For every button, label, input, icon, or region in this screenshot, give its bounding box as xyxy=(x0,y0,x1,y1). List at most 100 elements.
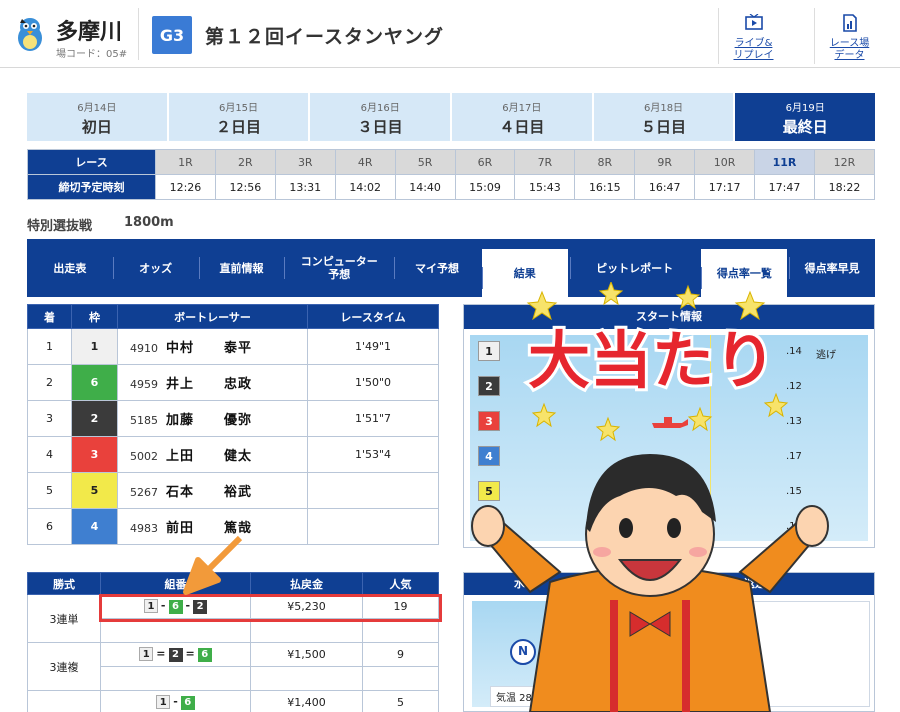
empty-cell xyxy=(362,666,439,691)
race-time xyxy=(307,472,439,509)
combo-sep: = xyxy=(185,647,195,660)
day-tab-2[interactable]: 6月15日 ２日目 xyxy=(168,93,309,141)
lane-badge: 1 xyxy=(478,341,500,361)
race-tab-2[interactable]: 2R xyxy=(214,149,276,175)
table-row: 2 6 4959 井上 忠政 1'50"0 xyxy=(27,364,439,401)
venue-data-link[interactable]: レース場 データ xyxy=(814,8,884,64)
live-replay-label-2: リプレイ xyxy=(733,50,774,61)
race-tab-6[interactable]: 6R xyxy=(454,149,516,175)
combo-badge: 6 xyxy=(197,648,212,662)
time-label: 締切予定時刻 xyxy=(27,174,156,200)
compass-icon: N xyxy=(510,639,536,665)
lane-badge: 2 xyxy=(478,376,500,396)
place: 3 xyxy=(27,400,72,437)
racer-reg: 4959 xyxy=(130,378,158,391)
racer-given: 健太 xyxy=(224,449,253,464)
place: 5 xyxy=(27,472,72,509)
weather-panel: 水面 返還 N 気温 28.0℃ xyxy=(463,572,875,712)
frame-badge: 4 xyxy=(71,508,118,545)
race-time: 13:31 xyxy=(274,174,336,200)
live-replay-label-1: ライブ& xyxy=(734,38,773,49)
race-tab-9[interactable]: 9R xyxy=(634,149,696,175)
racer-cell: 4959 井上 忠政 xyxy=(117,364,308,401)
race-tab-12[interactable]: 12R xyxy=(813,149,876,175)
boat-icon xyxy=(648,477,684,488)
race-time: 15:43 xyxy=(514,174,576,200)
nav-score-rate-quick[interactable]: 得点率早見 xyxy=(789,239,875,297)
lane-badge: 6 xyxy=(478,516,500,536)
table-row: 3 2 5185 加藤 優弥 1'51"7 xyxy=(27,400,439,437)
nav-odds[interactable]: オッズ xyxy=(112,239,199,297)
race-time: 14:02 xyxy=(334,174,396,200)
results-table: 着 枠 ボートレーサー レースタイム 1 1 4910 中村 泰平 1'49"1 2… xyxy=(27,304,439,545)
nav-score-rate-list[interactable]: 得点率一覧 xyxy=(701,249,788,297)
day-tab-5[interactable]: 6月18日 ５日目 xyxy=(593,93,734,141)
race-tab-4[interactable]: 4R xyxy=(334,149,396,175)
play-tv-icon xyxy=(745,14,763,30)
mascot-logo-icon xyxy=(18,18,42,51)
racer-cell: 4910 中村 泰平 xyxy=(117,328,308,365)
racer-reg: 5185 xyxy=(130,414,158,427)
nav-computer-prediction[interactable]: コンピューター予想 xyxy=(284,239,394,297)
day-date: 6月17日 xyxy=(502,103,542,114)
racer-cell: 5267 石本 裕武 xyxy=(117,472,308,509)
racer-family: 加藤 xyxy=(166,413,195,428)
race-time xyxy=(307,508,439,545)
frame-badge: 1 xyxy=(71,328,118,365)
refund-title: 返還 xyxy=(744,577,766,590)
weather-water: N 気温 28.0℃ xyxy=(472,601,672,707)
race-tab-3[interactable]: 3R xyxy=(274,149,336,175)
lane-badge: 4 xyxy=(478,446,500,466)
nav-pit-report[interactable]: ピットレポート xyxy=(569,239,700,297)
race-time: 12:56 xyxy=(214,174,276,200)
racer-family: 中村 xyxy=(166,341,195,356)
day-tab-1[interactable]: 6月14日 初日 xyxy=(27,93,167,141)
combo-sep: - xyxy=(173,695,178,708)
empty-cell xyxy=(250,666,363,691)
table-row: 3連複 1 = 2 = 6 ¥1,500 9 xyxy=(27,642,439,691)
results-header: 着 枠 ボートレーサー レースタイム xyxy=(27,304,439,329)
day-tab-4[interactable]: 6月17日 ４日目 xyxy=(452,93,592,141)
start-water: 1 2 3 4 5 6 .14 逃げ .12 .13 .17 .15 .15 xyxy=(470,335,868,541)
compass-letter: N xyxy=(518,644,529,658)
combo: 1 = 2 = 6 xyxy=(100,642,251,667)
day-label: ５日目 xyxy=(641,118,687,136)
race-tab-11[interactable]: 11R xyxy=(754,149,815,175)
start-timing: .12 xyxy=(786,381,802,392)
weather-title: 水面 xyxy=(464,573,874,595)
race-tab-7[interactable]: 7R xyxy=(514,149,576,175)
race-tab-10[interactable]: 10R xyxy=(694,149,756,175)
header: 多摩川 場コード：05# G3 第１２回イースタンヤング ライブ& リプレイ レ… xyxy=(0,0,900,68)
live-replay-link[interactable]: ライブ& リプレイ xyxy=(718,8,788,64)
nav-my-prediction[interactable]: マイ予想 xyxy=(394,239,480,297)
day-tab-6[interactable]: 6月19日 最終日 xyxy=(735,93,876,141)
day-tabs: 6月14日 初日 6月15日 ２日目 6月16日 ３日目 6月17日 ４日目 6月18日… xyxy=(27,93,876,141)
combo-badge: 6 xyxy=(180,696,195,710)
race-time: 14:40 xyxy=(394,174,456,200)
race-time: 1'53"4 xyxy=(307,436,439,473)
racer-family: 井上 xyxy=(166,377,195,392)
start-line xyxy=(710,335,711,541)
day-tab-3[interactable]: 6月16日 ３日目 xyxy=(310,93,451,141)
empty-cell xyxy=(100,666,251,691)
bet-type: 3連単 xyxy=(27,594,101,643)
race-selector-table: レース 1R 2R 3R 4R 5R 6R 7R 8R 9R 10R 11R 1… xyxy=(27,149,876,200)
col-frame: 枠 xyxy=(71,304,118,329)
nav-results[interactable]: 結果 xyxy=(481,249,568,297)
bet-type xyxy=(27,690,101,712)
racer-family: 上田 xyxy=(166,449,195,464)
racer-cell: 5185 加藤 優弥 xyxy=(117,400,308,437)
empty-cell xyxy=(250,618,363,643)
frame-badge: 5 xyxy=(71,472,118,509)
place: 1 xyxy=(27,328,72,365)
race-tab-5[interactable]: 5R xyxy=(394,149,456,175)
start-note: 逃げ xyxy=(816,350,836,361)
pointer-arrow-icon xyxy=(183,535,243,595)
nav-pre-info[interactable]: 直前情報 xyxy=(198,239,285,297)
day-date: 6月16日 xyxy=(360,103,400,114)
race-tab-1[interactable]: 1R xyxy=(155,149,216,175)
race-kind: 特別選抜戦 xyxy=(27,219,93,234)
nav-entry-list[interactable]: 出走表 xyxy=(27,239,113,297)
race-tab-8[interactable]: 8R xyxy=(574,149,636,175)
grade-badge: G3 xyxy=(152,16,192,54)
